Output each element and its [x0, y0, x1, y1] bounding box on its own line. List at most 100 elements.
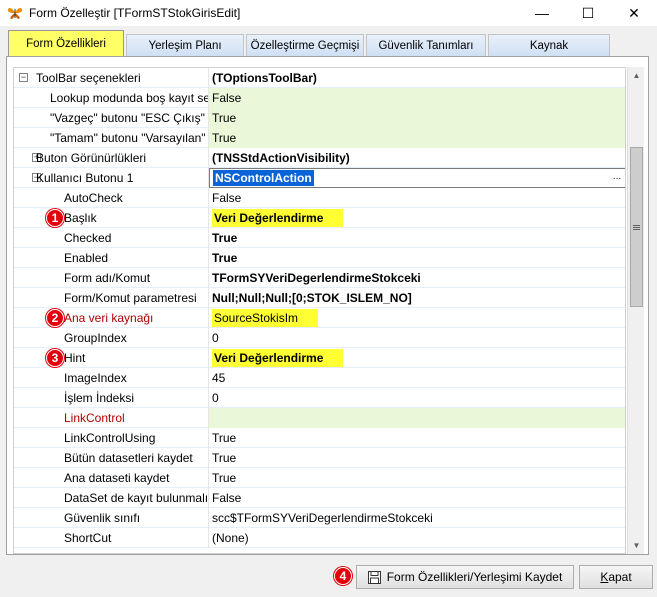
property-value[interactable]: TFormSYVeriDegerlendirmeStokceki — [209, 268, 625, 288]
property-row[interactable]: − Kullanıcı Butonu 1 NSControlAction... — [14, 167, 625, 188]
property-value[interactable]: (TOptionsToolBar) — [209, 68, 625, 88]
property-row[interactable]: İşlem İndeksi 0 — [14, 387, 625, 408]
property-row[interactable]: Güvenlik sınıfı scc$TFormSYVeriDegerlendi… — [14, 507, 625, 528]
property-row[interactable]: + Buton Görünürlükleri (TNSStdActionVisibi… — [14, 147, 625, 168]
property-name: − ToolBar seçenekleri — [14, 68, 209, 88]
property-value[interactable]: True — [209, 428, 625, 448]
property-row[interactable]: − ToolBar seçenekleri (TOptionsToolBar) — [14, 68, 625, 88]
property-row[interactable]: Checked True — [14, 227, 625, 248]
property-name-label: Form adı/Komut — [64, 270, 151, 285]
close-button[interactable]: ✕ — [611, 0, 657, 26]
property-row[interactable]: LinkControl — [14, 407, 625, 428]
collapse-icon[interactable]: − — [19, 72, 28, 82]
property-name-label: Form/Komut parametresi — [64, 290, 197, 305]
property-name: + Buton Görünürlükleri — [14, 147, 209, 168]
property-value[interactable]: SourceStokisIm — [209, 308, 625, 328]
property-value[interactable] — [209, 407, 625, 428]
property-name: 2 Ana veri kaynağı — [14, 307, 209, 328]
property-name: "Tamam" butonu "Varsayılan" — [14, 127, 209, 148]
property-name: AutoCheck — [14, 187, 209, 208]
property-row[interactable]: 3 Hint Veri Değerlendirme — [14, 347, 625, 368]
property-name-label: Buton Görünürlükleri — [36, 150, 147, 165]
scroll-thumb[interactable] — [630, 147, 643, 307]
property-name: 3 Hint — [14, 347, 209, 368]
property-value[interactable]: True — [209, 228, 625, 248]
tab-kaynak[interactable]: Kaynak — [488, 34, 610, 56]
property-value[interactable]: True — [209, 248, 625, 268]
kapat-button[interactable]: Kapat — [579, 565, 653, 589]
property-value[interactable]: Null;Null;Null;[0;STOK_ISLEM_NO] — [209, 288, 625, 308]
property-value[interactable]: 0 — [209, 388, 625, 408]
property-value[interactable]: False — [209, 188, 625, 208]
property-row[interactable]: DataSet de kayıt bulunmalı False — [14, 487, 625, 508]
tab-yerlesim-plani[interactable]: Yerleşim Planı — [126, 34, 244, 56]
property-row[interactable]: Ana dataseti kaydet True — [14, 467, 625, 488]
tab-form-ozellikleri[interactable]: Form Özellikleri — [8, 30, 124, 56]
butterfly-icon — [7, 5, 23, 21]
property-row[interactable]: Enabled True — [14, 247, 625, 268]
property-value[interactable]: True — [209, 127, 625, 148]
property-value-text: Veri Değerlendirme — [212, 208, 344, 227]
scroll-down-arrow[interactable]: ▼ — [628, 537, 645, 554]
property-value-text: (TOptionsToolBar) — [212, 70, 317, 85]
property-row[interactable]: GroupIndex 0 — [14, 327, 625, 348]
grip-icon — [633, 226, 640, 228]
property-name-label: LinkControl — [64, 410, 125, 425]
property-value[interactable]: (None) — [209, 528, 625, 548]
property-row[interactable]: 2 Ana veri kaynağı SourceStokisIm — [14, 307, 625, 328]
property-value-text: True — [212, 230, 238, 245]
property-value[interactable]: True — [209, 448, 625, 468]
property-value[interactable]: 45 — [209, 368, 625, 388]
property-row[interactable]: Form adı/Komut TFormSYVeriDegerlendirmeSt… — [14, 267, 625, 288]
property-value[interactable]: 0 — [209, 328, 625, 348]
property-row[interactable]: Form/Komut parametresi Null;Null;Null;[0;… — [14, 287, 625, 308]
property-row[interactable]: "Tamam" butonu "Varsayılan" True — [14, 127, 625, 148]
property-value[interactable]: scc$TFormSYVeriDegerlendirmeStokceki — [209, 508, 625, 528]
property-row[interactable]: "Vazgeç" butonu "ESC Çıkış" True — [14, 107, 625, 128]
property-row[interactable]: ShortCut (None) — [14, 527, 625, 548]
property-value[interactable]: (TNSStdActionVisibility) — [209, 148, 625, 168]
property-row[interactable]: ImageIndex 45 — [14, 367, 625, 388]
scroll-up-arrow[interactable]: ▲ — [628, 67, 645, 84]
property-name-label: GroupIndex — [64, 330, 127, 345]
property-name-label: AutoCheck — [64, 190, 123, 205]
property-value[interactable]: Veri Değerlendirme — [209, 348, 625, 368]
annotation-badge-3: 3 — [46, 348, 64, 367]
ellipsis-button[interactable]: ... — [610, 171, 624, 186]
property-row[interactable]: 1 Başlık Veri Değerlendirme — [14, 207, 625, 228]
property-name: GroupIndex — [14, 327, 209, 348]
tab-ozellestirme-gecmisi[interactable]: Özelleştirme Geçmişi — [246, 34, 364, 56]
property-name: "Vazgeç" butonu "ESC Çıkış" — [14, 107, 209, 128]
property-name-label: ToolBar seçenekleri — [36, 70, 141, 85]
property-name-label: Checked — [64, 230, 112, 245]
maximize-button[interactable]: ☐ — [565, 0, 611, 26]
property-grid[interactable]: − ToolBar seçenekleri (TOptionsToolBar) Loo… — [13, 67, 626, 554]
tab-guvenlik-tanimlari[interactable]: Güvenlik Tanımları — [366, 34, 486, 56]
property-value-text: True — [212, 250, 238, 265]
property-value-text: True — [212, 110, 237, 125]
property-name-label: Enabled — [64, 250, 109, 265]
property-value[interactable]: False — [209, 488, 625, 508]
property-value-text: SourceStokisIm — [212, 308, 319, 327]
property-value[interactable]: True — [209, 107, 625, 128]
save-layout-button[interactable]: Form Özellikleri/Yerleşimi Kaydet — [356, 565, 574, 589]
tab-strip: Form Özellikleri Yerleşim Planı Özelleşt… — [8, 30, 612, 56]
property-value[interactable]: NSControlAction... — [209, 167, 625, 188]
property-row[interactable]: AutoCheck False — [14, 187, 625, 208]
property-value[interactable]: True — [209, 468, 625, 488]
property-row[interactable]: Lookup modunda boş kayıt se False — [14, 87, 625, 108]
property-value[interactable]: False — [209, 87, 625, 108]
property-value-text: 45 — [212, 370, 226, 385]
property-name-label: Bütün datasetleri kaydet — [64, 450, 193, 465]
vertical-scrollbar[interactable]: ▲ ▼ — [627, 67, 644, 554]
property-name: Enabled — [14, 247, 209, 268]
minimize-button[interactable]: — — [519, 0, 565, 26]
property-value[interactable]: Veri Değerlendirme — [209, 208, 625, 228]
property-value-text: 0 — [212, 330, 219, 345]
property-row[interactable]: LinkControlUsing True — [14, 427, 625, 448]
property-name: DataSet de kayıt bulunmalı — [14, 487, 209, 508]
property-name-label: Ana veri kaynağı — [64, 310, 154, 325]
property-row[interactable]: Bütün datasetleri kaydet True — [14, 447, 625, 468]
kapat-accelerator: K — [600, 570, 609, 584]
property-name: ShortCut — [14, 527, 209, 548]
